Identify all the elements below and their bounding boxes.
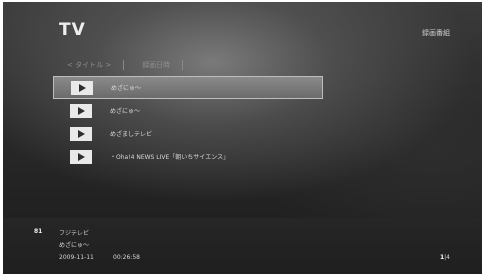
list-item-label: めざにゅ〜 — [111, 85, 142, 92]
station-name: フジテレビ — [59, 230, 90, 237]
record-date: 2009-11-11 — [59, 254, 94, 261]
sort-divider — [182, 60, 184, 70]
list-item[interactable]: めざにゅ〜 — [53, 99, 323, 122]
channel-number: 81 — [34, 228, 43, 235]
page-title: TV — [59, 20, 86, 40]
play-icon — [71, 80, 93, 95]
list-item[interactable]: めざましテレビ — [53, 122, 323, 145]
sort-by-title-tab[interactable]: < タイトル > — [67, 60, 123, 70]
sort-bar: < タイトル > 録画日時 — [67, 59, 201, 71]
list-item-label: ・Oha!4 NEWS LIVE「朝いちサイエンス」 — [110, 154, 230, 161]
play-icon — [70, 149, 92, 164]
section-label: 録画番組 — [422, 29, 450, 37]
recording-list: めざにゅ〜 めざにゅ〜 めざましテレビ ・Oha!4 NEWS LIVE「朝いち… — [53, 76, 323, 168]
sort-divider — [123, 60, 125, 70]
tv-recorded-programs-screen: TV 録画番組 < タイトル > 録画日時 めざにゅ〜 めざにゅ〜 めざましテレ… — [3, 2, 482, 274]
list-item-label: めざましテレビ — [110, 131, 153, 138]
program-name: めざにゅ〜 — [59, 242, 90, 249]
total-pages: 4 — [446, 254, 450, 261]
play-icon — [70, 126, 92, 141]
sort-by-date-tab[interactable]: 録画日時 — [142, 60, 182, 70]
page-indicator: 1|4 — [440, 254, 450, 261]
program-info-bar: 81 フジテレビ めざにゅ〜 2009-11-11 00:26:58 1|4 — [3, 218, 482, 274]
record-duration: 00:26:58 — [113, 254, 140, 261]
list-item[interactable]: めざにゅ〜 — [53, 76, 323, 99]
play-icon — [70, 103, 92, 118]
list-item[interactable]: ・Oha!4 NEWS LIVE「朝いちサイエンス」 — [53, 145, 323, 168]
list-item-label: めざにゅ〜 — [110, 108, 141, 115]
